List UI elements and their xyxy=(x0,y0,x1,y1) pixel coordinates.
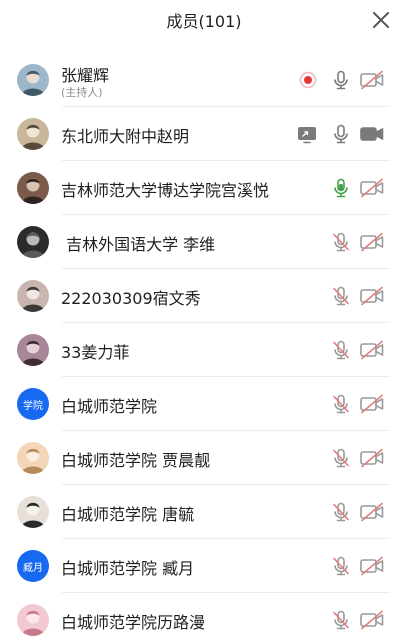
close-button[interactable] xyxy=(370,9,392,31)
recording-indicator xyxy=(297,69,319,91)
avatar-photo xyxy=(17,496,49,528)
member-role: (主持人) xyxy=(61,86,103,99)
member-row[interactable]: 张耀辉 (主持人) xyxy=(0,53,408,107)
header: 成员(101) xyxy=(0,0,408,40)
close-icon xyxy=(373,12,389,28)
member-list: 张耀辉 (主持人) 东北师大附中赵明 吉林师范大学博达学院宫溪悦 吉林外国语大学… xyxy=(0,53,408,640)
camera-off-icon xyxy=(360,70,384,90)
avatar-photo xyxy=(17,442,49,474)
member-row[interactable]: 吉林外国语大学 李维 xyxy=(0,215,408,269)
camera-button[interactable] xyxy=(359,555,385,577)
screen-share-indicator xyxy=(296,123,318,145)
avatar-photo xyxy=(17,604,49,636)
member-row[interactable]: 学院 白城师范学院 xyxy=(0,377,408,431)
mic-muted-icon xyxy=(333,394,349,414)
member-name: 白城师范学院 唐毓 xyxy=(61,505,195,524)
camera-button[interactable] xyxy=(359,339,385,361)
microphone-icon xyxy=(334,124,348,144)
avatar-photo xyxy=(17,118,49,150)
camera-button[interactable] xyxy=(359,609,385,631)
member-row[interactable]: 东北师大附中赵明 xyxy=(0,107,408,161)
mic-muted-icon xyxy=(333,448,349,468)
camera-icon xyxy=(360,127,384,141)
camera-off-icon xyxy=(360,556,384,576)
member-row[interactable]: 33姜力菲 xyxy=(0,323,408,377)
camera-button[interactable] xyxy=(359,69,385,91)
member-name: 东北师大附中赵明 xyxy=(61,127,190,146)
camera-button[interactable] xyxy=(359,231,385,253)
mic-button[interactable] xyxy=(330,177,352,199)
mic-button[interactable] xyxy=(330,69,352,91)
camera-off-icon xyxy=(360,286,384,306)
member-name: 吉林师范大学博达学院宫溪悦 xyxy=(61,181,270,200)
microphone-icon xyxy=(334,70,348,90)
camera-button[interactable] xyxy=(359,447,385,469)
member-name: 白城师范学院历路漫 xyxy=(61,613,206,632)
mic-muted-icon xyxy=(333,556,349,576)
avatar: 臧月 xyxy=(17,550,49,582)
avatar-photo xyxy=(17,334,49,366)
avatar: 学院 xyxy=(17,388,49,420)
camera-off-icon xyxy=(360,610,384,630)
mic-button[interactable] xyxy=(330,609,352,631)
camera-off-icon xyxy=(360,394,384,414)
member-row[interactable]: 白城师范学院 唐毓 xyxy=(0,485,408,539)
member-name: 白城师范学院 贾晨靓 xyxy=(61,451,211,470)
camera-off-icon xyxy=(360,178,384,198)
avatar-photo xyxy=(17,280,49,312)
camera-button[interactable] xyxy=(359,123,385,145)
member-row[interactable]: 吉林师范大学博达学院宫溪悦 xyxy=(0,161,408,215)
mic-button[interactable] xyxy=(330,123,352,145)
member-row[interactable]: 222030309宿文秀 xyxy=(0,269,408,323)
member-name: 张耀辉 xyxy=(61,66,110,85)
avatar-photo xyxy=(17,64,49,96)
mic-button[interactable] xyxy=(330,339,352,361)
camera-off-icon xyxy=(360,232,384,252)
mic-button[interactable] xyxy=(330,555,352,577)
mic-button[interactable] xyxy=(330,447,352,469)
mic-muted-icon xyxy=(333,502,349,522)
screen-share-icon xyxy=(298,127,316,144)
camera-off-icon xyxy=(360,448,384,468)
member-name: 白城师范学院 臧月 xyxy=(61,559,195,578)
mic-muted-icon xyxy=(333,610,349,630)
member-row[interactable]: 白城师范学院 贾晨靓 xyxy=(0,431,408,485)
camera-button[interactable] xyxy=(359,393,385,415)
page-title: 成员(101) xyxy=(166,12,242,31)
member-name: 33姜力菲 xyxy=(61,343,130,362)
member-row[interactable]: 白城师范学院历路漫 xyxy=(0,593,408,640)
camera-button[interactable] xyxy=(359,501,385,523)
camera-off-icon xyxy=(360,340,384,360)
mic-muted-icon xyxy=(333,340,349,360)
microphone-icon xyxy=(334,178,348,198)
mic-muted-icon xyxy=(333,286,349,306)
avatar-photo xyxy=(17,172,49,204)
member-name: 222030309宿文秀 xyxy=(61,289,201,308)
record-icon xyxy=(299,71,317,89)
camera-button[interactable] xyxy=(359,177,385,199)
camera-button[interactable] xyxy=(359,285,385,307)
camera-off-icon xyxy=(360,502,384,522)
member-row[interactable]: 臧月 白城师范学院 臧月 xyxy=(0,539,408,593)
mic-button[interactable] xyxy=(330,501,352,523)
mic-button[interactable] xyxy=(330,393,352,415)
member-name: 白城师范学院 xyxy=(61,397,158,416)
mic-button[interactable] xyxy=(330,285,352,307)
member-name: 吉林外国语大学 李维 xyxy=(61,235,216,254)
avatar-photo xyxy=(17,226,49,258)
mic-muted-icon xyxy=(333,232,349,252)
mic-button[interactable] xyxy=(330,231,352,253)
